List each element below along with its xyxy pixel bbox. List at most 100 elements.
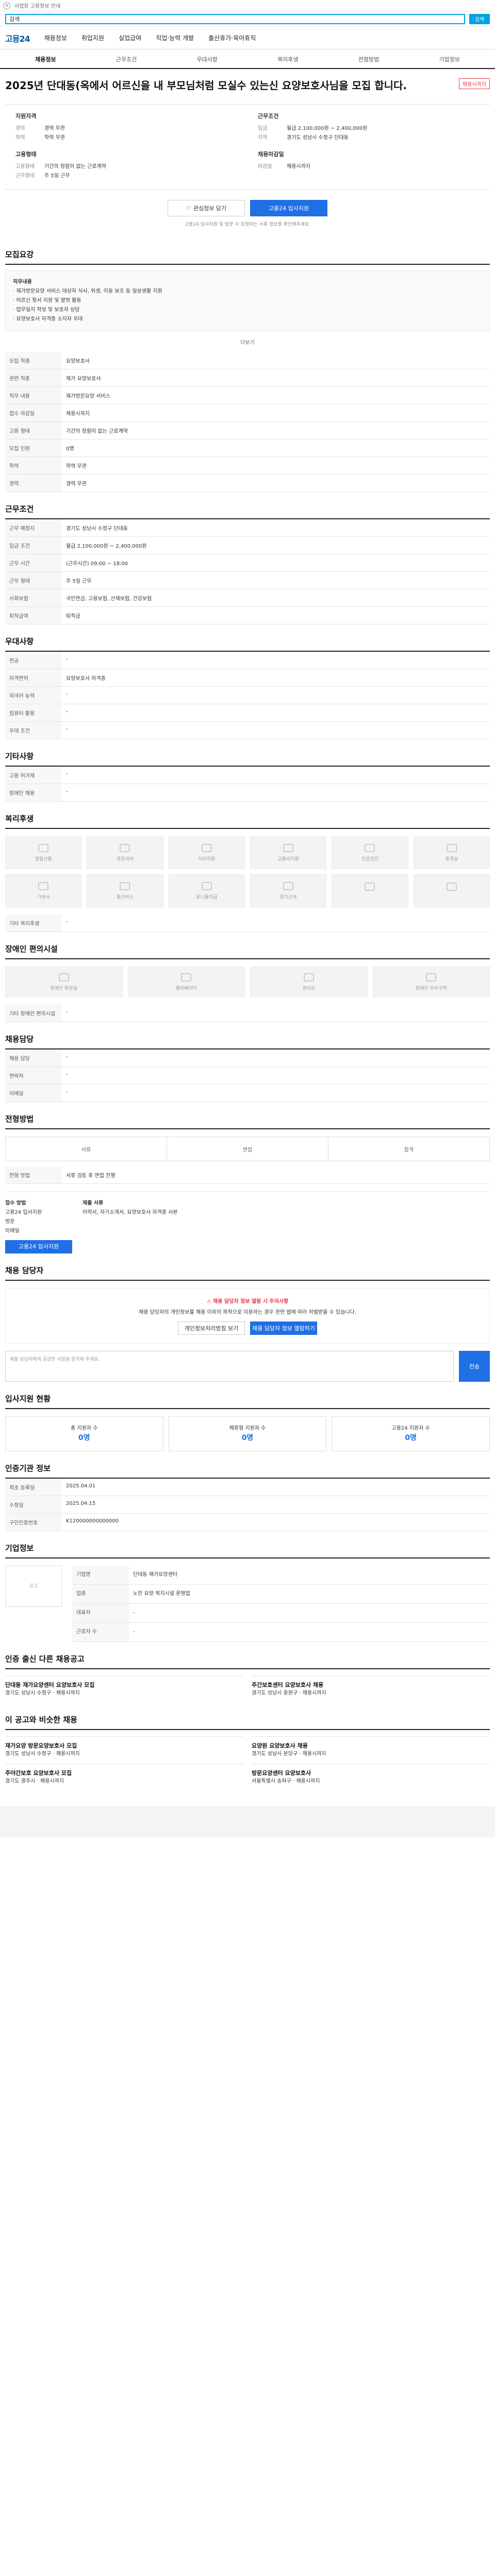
privacy-policy-button[interactable]: 개인정보처리방침 보기 <box>178 1321 245 1335</box>
table-row: 수정일 2025.04.15 <box>5 1496 490 1514</box>
hr-section: 채용담당 채용 담당 - 연락처 - 이메일 - <box>5 1033 490 1102</box>
summary-heading: 근무조건 <box>258 113 279 120</box>
table-row: 장애인 채용 - <box>5 784 490 802</box>
benefit-icon <box>201 882 212 890</box>
apply-button-2[interactable]: 고용24 입사지원 <box>5 1240 72 1253</box>
submit-button[interactable]: 전송 <box>459 1351 490 1382</box>
row-label: 모집 직종 <box>5 352 62 369</box>
site-logo[interactable]: 고용24 <box>5 32 30 44</box>
benefit-label: 기숙사 <box>37 894 50 900</box>
benefit-label: 휴게실 <box>445 856 458 862</box>
tab-welfare[interactable]: 복리후생 <box>248 55 328 68</box>
row-value: 학력 무관 <box>62 456 490 474</box>
section-title: 모집요강 <box>5 249 490 265</box>
hr-table: 채용 담당 - 연락처 - 이메일 - <box>5 1049 490 1102</box>
benefit-item: 건강검진 <box>332 836 408 869</box>
privacy-warning: ⚠ 채용 담당자 정보 열람 시 주의사항 채용 담당자의 개인정보를 채용 이… <box>5 1288 490 1344</box>
job-card[interactable]: 방문요양센터 요양보호사 서울특별시 송파구 · 채용시까지 <box>252 1764 490 1791</box>
row-label: 대표자 <box>72 1603 129 1623</box>
benefit-icon <box>120 843 130 852</box>
info-section: 인증기관 정보 최초 등록일 2025.04.01 수정일 2025.04.15 구인인… <box>5 1463 490 1531</box>
company-table: 기업명 단대동 재가요양센터 업종 노인 요양 복지시설 운영업 대표자 - 근로자 수- <box>72 1566 490 1642</box>
etc-section: 기타사항 고용 허가제 - 장애인 채용 - <box>5 751 490 802</box>
tab-work[interactable]: 근무조건 <box>86 55 167 68</box>
table-row: 임금 조건 월급 2,100,000원 ~ 2,400,000원 <box>5 536 490 554</box>
table-row: 접수 마감일 채용시까지 <box>5 404 490 422</box>
table-row: 모집 인원 0명 <box>5 439 490 457</box>
benefit-item: 명절선물 <box>5 836 82 869</box>
prefer-section: 우대사항 전공 - 자격면허 요양보호사 자격증 외국어 능력 - 컴퓨터 활용 - 우대 조건… <box>5 636 490 739</box>
row-label: 근무 시간 <box>5 554 62 572</box>
nav-item[interactable]: 채용정보 <box>44 33 67 42</box>
tab-company[interactable]: 기업정보 <box>409 55 490 68</box>
row-value: - <box>62 1049 490 1067</box>
summary-heading: 지원자격 <box>15 113 37 120</box>
step-item: 합격 <box>404 1147 414 1153</box>
row-value: - <box>62 721 490 739</box>
row-value: 2025.04.15 <box>62 1496 490 1514</box>
search-button[interactable]: 검색 <box>469 13 490 24</box>
row-label: 근로자 수 <box>72 1622 129 1642</box>
job-card[interactable]: 요양원 요양보호사 채용 경기도 성남시 분당구 · 채용시까지 <box>252 1736 490 1764</box>
table-row: 대표자 - <box>72 1603 490 1623</box>
table-row: 고용 형태 기간의 정함이 없는 근로계약 <box>5 421 490 439</box>
job-card[interactable]: 단대동 재가요양센터 요양보호사 모집 경기도 성남시 수정구 · 채용시까지 <box>5 1675 243 1703</box>
global-nav: 고용24 채용정보 취업지원 실업급여 직업·능력 개발 출산휴가·육아휴직 <box>0 27 495 49</box>
info-table: 최초 등록일 2025.04.01 수정일 2025.04.15 구인인증번호 K1200… <box>5 1479 490 1531</box>
job-card-title: 주야간보호 요양보호사 모집 <box>5 1770 72 1776</box>
heart-icon: ♡ <box>186 205 191 212</box>
section-title: 복리후생 <box>5 813 490 829</box>
row-value: - <box>62 1066 490 1084</box>
table-row: 근무 예정지 경기도 성남시 수정구 단대동 <box>5 519 490 537</box>
job-card[interactable]: 주야간보호 요양보호사 모집경기도 광주시 · 채용시까지 <box>5 1764 243 1791</box>
benefit-icon <box>283 882 294 890</box>
disability-section: 장애인 편의시설 장애인 화장실 엘리베이터 경사로 장애인 주차구역 기타 장애인 … <box>5 943 490 1022</box>
tab-process[interactable]: 전형방법 <box>328 55 409 68</box>
benefit-label: 엘리베이터 <box>175 986 197 991</box>
step-item: 서류 <box>6 1137 167 1161</box>
close-icon[interactable]: × <box>3 2 10 9</box>
search-input[interactable]: 검색 <box>5 13 465 24</box>
row-value: 요양보호사 <box>62 352 490 369</box>
row-value: - <box>62 652 490 669</box>
table-row: 연락처 - <box>5 1066 490 1084</box>
process-section: 전형방법 서류 면접 합격 전형 방법 서류 검토 후 면접 진행 접수 방법 고… <box>5 1113 490 1253</box>
tab-prefer[interactable]: 우대사항 <box>167 55 248 68</box>
benefit-item: 식비지원 <box>168 836 245 869</box>
detail-tabs: 채용정보 근무조건 우대사항 복리후생 전형방법 기업정보 <box>0 49 495 69</box>
scrap-button[interactable]: ♡ 관심정보 담기 <box>168 200 245 216</box>
summary-heading: 채용마감일 <box>258 151 284 158</box>
benefit-icon <box>201 843 212 852</box>
nav-item[interactable]: 취업지원 <box>81 33 104 42</box>
benefit-label: - <box>369 894 371 899</box>
benefit-item: 장애인 화장실 <box>5 967 123 997</box>
job-card[interactable]: 재가요양 방문요양보호사 모집 경기도 성남시 수정구 · 채용시까지 <box>5 1736 243 1764</box>
apply-button[interactable]: 고용24 입사지원 <box>250 200 327 216</box>
nav-item[interactable]: 실업급여 <box>119 33 141 42</box>
benefit-label: - <box>451 894 453 899</box>
view-contact-button[interactable]: 채용 담당자 정보 열람하기 <box>250 1321 317 1335</box>
table-row: 사회보험 국민연금, 고용보험, 산재보험, 건강보험 <box>5 589 490 607</box>
row-label: 장애인 채용 <box>5 784 62 802</box>
row-label: 관련 직종 <box>5 369 62 387</box>
section-title: 채용담당 <box>5 1033 490 1049</box>
table-row: 학력 학력 무관 <box>5 456 490 474</box>
job-card[interactable]: 주간보호센터 요양보호사 채용 경기도 성남시 중원구 · 채용시까지 <box>252 1675 490 1703</box>
benefit-icon <box>446 843 457 852</box>
row-label: 이메일 <box>5 1084 62 1102</box>
nav-item[interactable]: 출산휴가·육아휴직 <box>208 33 256 42</box>
benefit-icon <box>365 883 375 891</box>
question-input[interactable]: 채용 담당자에게 궁금한 사항을 문의해 주세요. <box>5 1351 454 1382</box>
job-card-meta: 경기도 광주시 · 채용시까지 <box>5 1778 64 1784</box>
benefit-icon <box>283 843 294 852</box>
row-label: 업종 <box>72 1584 129 1604</box>
section-title: 우대사항 <box>5 636 490 652</box>
benefit-label: 경조사비 <box>116 856 134 862</box>
row-label: 연락처 <box>5 1066 62 1084</box>
section-title: 이 공고와 비슷한 채용 <box>5 1714 490 1730</box>
row-value: 2025.04.01 <box>62 1479 490 1496</box>
tab-recruit[interactable]: 채용정보 <box>5 55 86 68</box>
table-row: 우대 조건 - <box>5 721 490 739</box>
more-button[interactable]: 더보기 <box>5 332 490 352</box>
nav-item[interactable]: 직업·능력 개발 <box>156 33 194 42</box>
